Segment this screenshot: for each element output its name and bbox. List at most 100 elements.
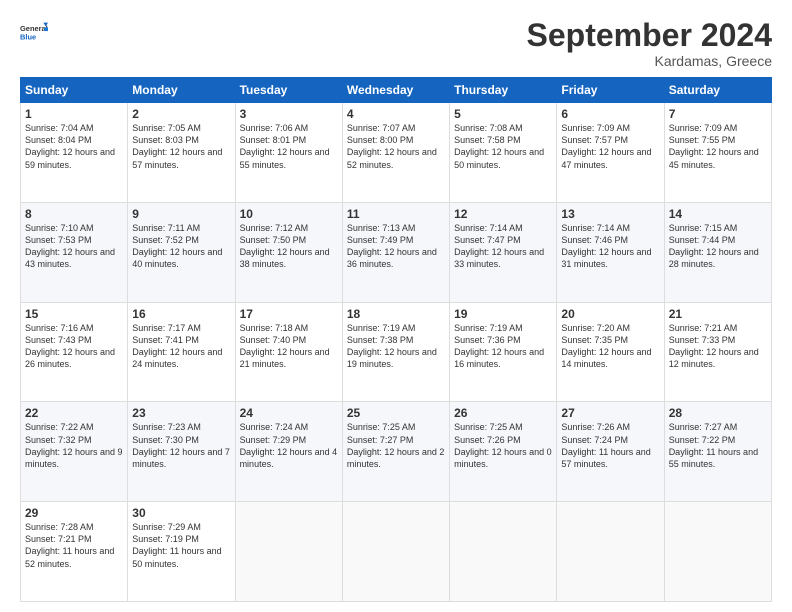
day-number: 19 (454, 307, 552, 321)
day-number: 12 (454, 207, 552, 221)
calendar-cell: 15Sunrise: 7:16 AM Sunset: 7:43 PM Dayli… (21, 302, 128, 402)
day-info: Sunrise: 7:19 AM Sunset: 7:38 PM Dayligh… (347, 322, 445, 371)
calendar-cell: 23Sunrise: 7:23 AM Sunset: 7:30 PM Dayli… (128, 402, 235, 502)
day-info: Sunrise: 7:27 AM Sunset: 7:22 PM Dayligh… (669, 421, 767, 470)
day-number: 18 (347, 307, 445, 321)
day-info: Sunrise: 7:14 AM Sunset: 7:46 PM Dayligh… (561, 222, 659, 271)
day-number: 9 (132, 207, 230, 221)
day-info: Sunrise: 7:07 AM Sunset: 8:00 PM Dayligh… (347, 122, 445, 171)
day-number: 7 (669, 107, 767, 121)
calendar-cell: 20Sunrise: 7:20 AM Sunset: 7:35 PM Dayli… (557, 302, 664, 402)
day-number: 10 (240, 207, 338, 221)
calendar-cell (342, 502, 449, 602)
day-info: Sunrise: 7:25 AM Sunset: 7:26 PM Dayligh… (454, 421, 552, 470)
logo-icon: GeneralBlue (20, 18, 48, 46)
day-number: 16 (132, 307, 230, 321)
day-number: 22 (25, 406, 123, 420)
calendar-cell: 16Sunrise: 7:17 AM Sunset: 7:41 PM Dayli… (128, 302, 235, 402)
day-info: Sunrise: 7:29 AM Sunset: 7:19 PM Dayligh… (132, 521, 230, 570)
calendar-cell: 21Sunrise: 7:21 AM Sunset: 7:33 PM Dayli… (664, 302, 771, 402)
day-number: 30 (132, 506, 230, 520)
day-info: Sunrise: 7:10 AM Sunset: 7:53 PM Dayligh… (25, 222, 123, 271)
calendar-cell: 11Sunrise: 7:13 AM Sunset: 7:49 PM Dayli… (342, 202, 449, 302)
svg-text:Blue: Blue (20, 32, 36, 41)
col-monday: Monday (128, 78, 235, 103)
day-number: 15 (25, 307, 123, 321)
calendar-cell: 29Sunrise: 7:28 AM Sunset: 7:21 PM Dayli… (21, 502, 128, 602)
day-number: 24 (240, 406, 338, 420)
calendar-cell (664, 502, 771, 602)
calendar-cell: 1Sunrise: 7:04 AM Sunset: 8:04 PM Daylig… (21, 103, 128, 203)
day-number: 4 (347, 107, 445, 121)
day-number: 26 (454, 406, 552, 420)
day-info: Sunrise: 7:09 AM Sunset: 7:55 PM Dayligh… (669, 122, 767, 171)
day-number: 29 (25, 506, 123, 520)
day-number: 25 (347, 406, 445, 420)
calendar-week-3: 15Sunrise: 7:16 AM Sunset: 7:43 PM Dayli… (21, 302, 772, 402)
day-info: Sunrise: 7:11 AM Sunset: 7:52 PM Dayligh… (132, 222, 230, 271)
day-info: Sunrise: 7:06 AM Sunset: 8:01 PM Dayligh… (240, 122, 338, 171)
day-number: 8 (25, 207, 123, 221)
header: GeneralBlue September 2024 Kardamas, Gre… (20, 18, 772, 69)
day-number: 11 (347, 207, 445, 221)
calendar-table: Sunday Monday Tuesday Wednesday Thursday… (20, 77, 772, 602)
day-number: 17 (240, 307, 338, 321)
day-number: 2 (132, 107, 230, 121)
page: GeneralBlue September 2024 Kardamas, Gre… (0, 0, 792, 612)
calendar-cell: 7Sunrise: 7:09 AM Sunset: 7:55 PM Daylig… (664, 103, 771, 203)
day-info: Sunrise: 7:04 AM Sunset: 8:04 PM Dayligh… (25, 122, 123, 171)
calendar-cell: 4Sunrise: 7:07 AM Sunset: 8:00 PM Daylig… (342, 103, 449, 203)
day-number: 5 (454, 107, 552, 121)
day-number: 14 (669, 207, 767, 221)
calendar-cell: 27Sunrise: 7:26 AM Sunset: 7:24 PM Dayli… (557, 402, 664, 502)
day-number: 6 (561, 107, 659, 121)
day-number: 23 (132, 406, 230, 420)
day-info: Sunrise: 7:20 AM Sunset: 7:35 PM Dayligh… (561, 322, 659, 371)
col-sunday: Sunday (21, 78, 128, 103)
col-wednesday: Wednesday (342, 78, 449, 103)
day-info: Sunrise: 7:19 AM Sunset: 7:36 PM Dayligh… (454, 322, 552, 371)
day-info: Sunrise: 7:18 AM Sunset: 7:40 PM Dayligh… (240, 322, 338, 371)
day-info: Sunrise: 7:22 AM Sunset: 7:32 PM Dayligh… (25, 421, 123, 470)
day-info: Sunrise: 7:23 AM Sunset: 7:30 PM Dayligh… (132, 421, 230, 470)
calendar-cell: 22Sunrise: 7:22 AM Sunset: 7:32 PM Dayli… (21, 402, 128, 502)
col-tuesday: Tuesday (235, 78, 342, 103)
day-info: Sunrise: 7:28 AM Sunset: 7:21 PM Dayligh… (25, 521, 123, 570)
day-info: Sunrise: 7:17 AM Sunset: 7:41 PM Dayligh… (132, 322, 230, 371)
calendar-cell: 25Sunrise: 7:25 AM Sunset: 7:27 PM Dayli… (342, 402, 449, 502)
svg-text:General: General (20, 24, 48, 33)
day-number: 27 (561, 406, 659, 420)
calendar-cell: 8Sunrise: 7:10 AM Sunset: 7:53 PM Daylig… (21, 202, 128, 302)
calendar-cell: 14Sunrise: 7:15 AM Sunset: 7:44 PM Dayli… (664, 202, 771, 302)
day-info: Sunrise: 7:21 AM Sunset: 7:33 PM Dayligh… (669, 322, 767, 371)
logo: GeneralBlue (20, 18, 48, 46)
calendar-cell (450, 502, 557, 602)
day-number: 1 (25, 107, 123, 121)
calendar-cell: 2Sunrise: 7:05 AM Sunset: 8:03 PM Daylig… (128, 103, 235, 203)
calendar-cell: 3Sunrise: 7:06 AM Sunset: 8:01 PM Daylig… (235, 103, 342, 203)
calendar-cell: 24Sunrise: 7:24 AM Sunset: 7:29 PM Dayli… (235, 402, 342, 502)
day-number: 3 (240, 107, 338, 121)
day-info: Sunrise: 7:26 AM Sunset: 7:24 PM Dayligh… (561, 421, 659, 470)
calendar-cell: 30Sunrise: 7:29 AM Sunset: 7:19 PM Dayli… (128, 502, 235, 602)
calendar-cell: 28Sunrise: 7:27 AM Sunset: 7:22 PM Dayli… (664, 402, 771, 502)
calendar-cell: 26Sunrise: 7:25 AM Sunset: 7:26 PM Dayli… (450, 402, 557, 502)
calendar-cell (235, 502, 342, 602)
day-info: Sunrise: 7:05 AM Sunset: 8:03 PM Dayligh… (132, 122, 230, 171)
subtitle: Kardamas, Greece (527, 53, 772, 69)
calendar-cell: 19Sunrise: 7:19 AM Sunset: 7:36 PM Dayli… (450, 302, 557, 402)
calendar-cell (557, 502, 664, 602)
calendar-cell: 18Sunrise: 7:19 AM Sunset: 7:38 PM Dayli… (342, 302, 449, 402)
day-info: Sunrise: 7:09 AM Sunset: 7:57 PM Dayligh… (561, 122, 659, 171)
calendar-cell: 17Sunrise: 7:18 AM Sunset: 7:40 PM Dayli… (235, 302, 342, 402)
calendar-cell: 5Sunrise: 7:08 AM Sunset: 7:58 PM Daylig… (450, 103, 557, 203)
calendar-cell: 10Sunrise: 7:12 AM Sunset: 7:50 PM Dayli… (235, 202, 342, 302)
calendar-cell: 6Sunrise: 7:09 AM Sunset: 7:57 PM Daylig… (557, 103, 664, 203)
day-info: Sunrise: 7:12 AM Sunset: 7:50 PM Dayligh… (240, 222, 338, 271)
calendar-cell: 13Sunrise: 7:14 AM Sunset: 7:46 PM Dayli… (557, 202, 664, 302)
day-info: Sunrise: 7:25 AM Sunset: 7:27 PM Dayligh… (347, 421, 445, 470)
day-info: Sunrise: 7:15 AM Sunset: 7:44 PM Dayligh… (669, 222, 767, 271)
day-number: 20 (561, 307, 659, 321)
day-info: Sunrise: 7:14 AM Sunset: 7:47 PM Dayligh… (454, 222, 552, 271)
calendar-week-4: 22Sunrise: 7:22 AM Sunset: 7:32 PM Dayli… (21, 402, 772, 502)
